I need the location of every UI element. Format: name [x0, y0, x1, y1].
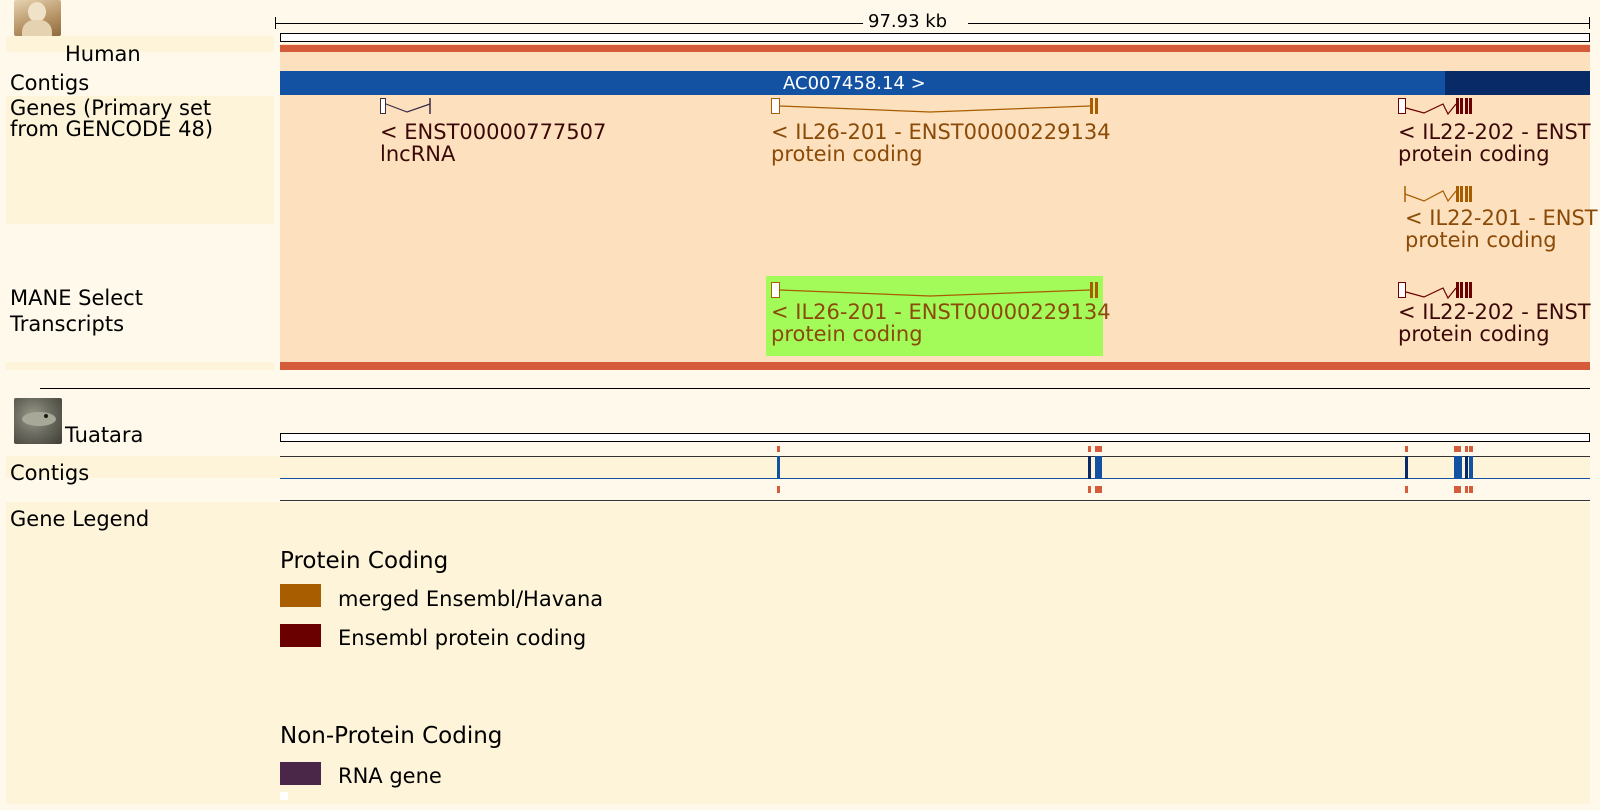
legend-swatch-ensembl — [280, 624, 321, 647]
legend-label-ensembl: Ensembl protein coding — [338, 626, 587, 650]
mane-model-il22-202[interactable] — [1398, 282, 1473, 300]
gene-model-il26[interactable] — [771, 98, 1099, 114]
gene-model-lncrna[interactable] — [380, 98, 431, 114]
mane-biotype-il22-202: protein coding — [1398, 322, 1550, 346]
gene-model-il22-201[interactable] — [1404, 186, 1472, 203]
gene-biotype-il26: protein coding — [771, 142, 923, 166]
legend-swatch-merged — [280, 584, 321, 607]
gene-name-il26[interactable]: < IL26-201 - ENST00000229134 — [771, 120, 1111, 144]
legend-marker — [280, 792, 288, 800]
legend-heading-non-protein-coding: Non-Protein Coding — [280, 723, 503, 749]
mane-biotype-il26: protein coding — [771, 322, 923, 346]
tuatara-alignment[interactable] — [0, 440, 1600, 500]
gene-biotype-il22-201: protein coding — [1405, 228, 1557, 252]
legend-label-merged: merged Ensembl/Havana — [338, 587, 604, 611]
mane-model-il26[interactable] — [771, 282, 1099, 298]
legend-title: Gene Legend — [10, 507, 150, 531]
gene-biotype-lncrna: lncRNA — [380, 142, 456, 166]
gene-name-il22-202[interactable]: < IL22-202 - ENST — [1398, 120, 1591, 144]
legend-heading-protein-coding: Protein Coding — [280, 548, 449, 574]
mane-name-il22-202[interactable]: < IL22-202 - ENST — [1398, 300, 1591, 324]
gene-name-il22-201[interactable]: < IL22-201 - ENST — [1405, 206, 1598, 230]
panel-separator — [40, 388, 1590, 389]
tuatara-icon[interactable] — [14, 398, 62, 444]
legend-label-rna: RNA gene — [338, 764, 442, 788]
gene-biotype-il22-202: protein coding — [1398, 142, 1550, 166]
gene-name-lncrna[interactable]: < ENST00000777507 — [380, 120, 606, 144]
mane-name-il26[interactable]: < IL26-201 - ENST00000229134 — [771, 300, 1111, 324]
legend-band — [6, 502, 1590, 804]
legend-swatch-rna — [280, 762, 321, 785]
gene-model-il22-202[interactable] — [1398, 98, 1473, 116]
